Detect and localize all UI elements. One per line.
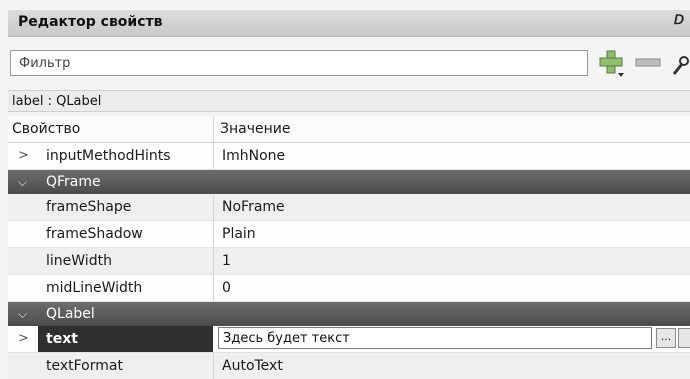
filter-input[interactable] xyxy=(10,50,588,76)
table-row[interactable]: lineWidth 1 xyxy=(8,248,690,275)
property-value[interactable]: AutoText xyxy=(222,353,283,379)
property-name: text xyxy=(46,331,78,347)
text-value-editor[interactable] xyxy=(218,327,652,349)
panel-title: Редактор свойств xyxy=(18,14,163,30)
collapse-chevron-icon[interactable]: ⌵ xyxy=(18,302,27,326)
table-row[interactable]: midLineWidth 0 xyxy=(8,275,690,302)
browse-button[interactable]: ... xyxy=(656,328,676,348)
property-name: inputMethodHints xyxy=(46,148,171,164)
property-name: frameShape xyxy=(46,199,132,215)
table-row[interactable]: frameShape NoFrame xyxy=(8,194,690,221)
property-table: Свойство Значение > inputMethodHints Imh… xyxy=(8,116,690,379)
configure-icon[interactable] xyxy=(668,48,690,78)
property-name: lineWidth xyxy=(46,253,112,269)
property-name: midLineWidth xyxy=(46,280,143,296)
table-row[interactable]: textFormat AutoText xyxy=(8,353,690,379)
cell-divider xyxy=(213,194,214,220)
property-column-header[interactable]: Свойство xyxy=(12,116,80,142)
cell-divider xyxy=(213,248,214,274)
object-name-label: label : QLabel xyxy=(8,90,690,112)
cell-divider xyxy=(213,143,214,169)
collapse-chevron-icon[interactable]: ⌵ xyxy=(18,170,27,194)
title-bar[interactable]: Редактор свойств 𝘋 xyxy=(8,10,690,37)
property-editor-panel: Редактор свойств 𝘋 label : QLabel xyxy=(0,0,690,379)
cell-divider xyxy=(213,275,214,301)
group-header-qframe[interactable]: ⌵ QFrame xyxy=(8,170,690,194)
cell-divider xyxy=(213,353,214,379)
table-header: Свойство Значение xyxy=(8,116,690,143)
filter-toolbar xyxy=(8,44,690,84)
remove-property-button[interactable] xyxy=(632,48,662,78)
property-value[interactable]: NoFrame xyxy=(222,194,285,220)
cell-divider xyxy=(213,221,214,247)
float-window-icon[interactable]: 𝘋 xyxy=(672,13,686,29)
group-name: QFrame xyxy=(46,174,101,190)
table-row-selected[interactable]: > text ... xyxy=(8,326,690,353)
column-divider[interactable] xyxy=(213,116,214,142)
property-value[interactable]: Plain xyxy=(222,221,256,247)
property-value[interactable]: ImhNone xyxy=(222,143,285,169)
minus-icon xyxy=(635,58,661,67)
property-name: textFormat xyxy=(46,358,123,374)
expand-chevron-icon[interactable]: > xyxy=(18,326,29,352)
group-header-qlabel[interactable]: ⌵ QLabel xyxy=(8,302,690,326)
property-value[interactable]: 0 xyxy=(222,275,231,301)
wrench-icon xyxy=(672,56,689,75)
table-row[interactable]: > inputMethodHints ImhNone xyxy=(8,143,690,170)
property-value[interactable]: 1 xyxy=(222,248,231,274)
plus-icon xyxy=(599,50,624,77)
expand-chevron-icon[interactable]: > xyxy=(18,143,29,169)
value-column-header[interactable]: Значение xyxy=(220,116,290,142)
table-row[interactable]: frameShadow Plain xyxy=(8,221,690,248)
group-name: QLabel xyxy=(46,306,95,322)
reset-button[interactable] xyxy=(678,328,690,348)
add-property-button[interactable] xyxy=(596,48,626,78)
property-name: frameShadow xyxy=(46,226,143,242)
